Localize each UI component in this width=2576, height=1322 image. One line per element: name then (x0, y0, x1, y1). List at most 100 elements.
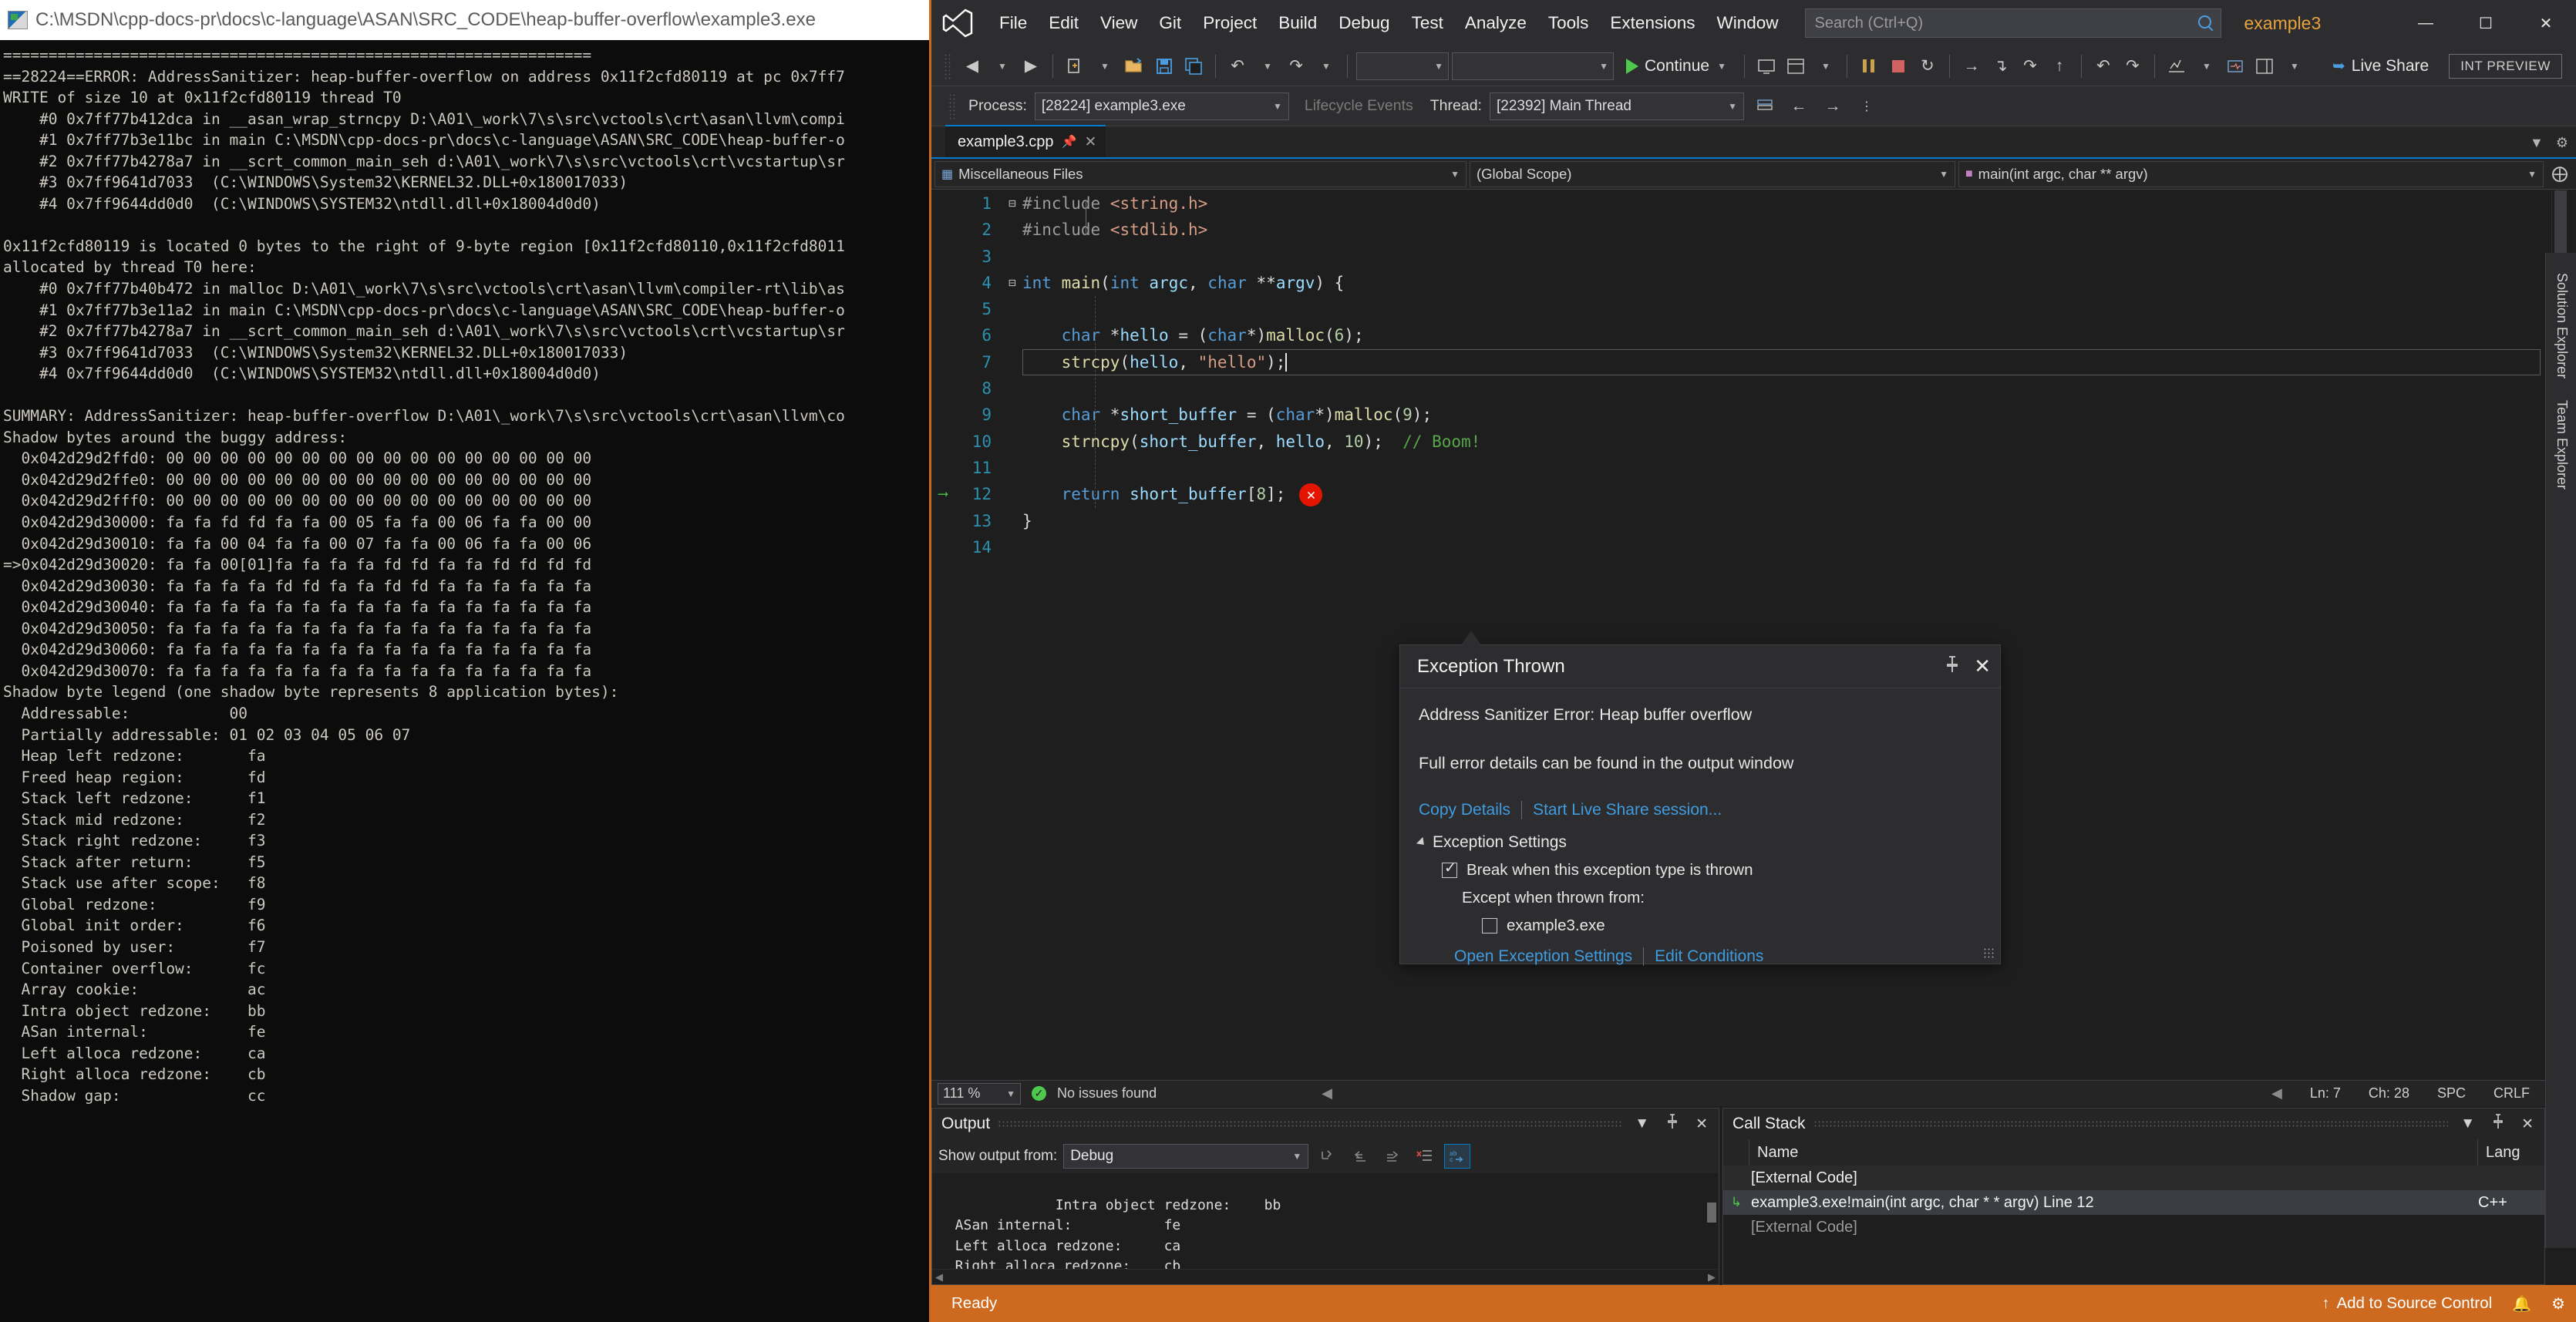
output-panel-pin-icon[interactable] (1662, 1114, 1683, 1134)
new-item-dropdown-icon[interactable]: ▼ (1091, 52, 1117, 81)
save-all-icon[interactable] (1180, 52, 1207, 81)
search-input[interactable] (1814, 14, 2197, 32)
output-vertical-scrollbar[interactable] (1705, 1173, 1719, 1269)
start-live-share-link[interactable]: Start Live Share session... (1533, 801, 1722, 819)
tab-overflow-icon[interactable]: ▼ (2530, 135, 2544, 151)
scroll-right-icon[interactable]: ▶ (1708, 1271, 1716, 1283)
output-text[interactable]: Intra object redzone: bb ASan internal: … (932, 1173, 1719, 1269)
close-button[interactable]: ✕ (2516, 0, 2576, 46)
edit-conditions-link[interactable]: Edit Conditions (1655, 947, 1763, 966)
layout-dropdown-icon[interactable]: ▼ (1812, 52, 1838, 81)
quick-launch-search[interactable] (1804, 8, 2221, 38)
output-panel-menu-icon[interactable]: ▼ (1630, 1115, 1654, 1132)
code-line-8[interactable]: 8 (931, 375, 2545, 402)
table-row[interactable]: [External Code] (1723, 1215, 2544, 1240)
redo-dropdown-icon[interactable]: ▼ (1312, 52, 1339, 81)
table-row[interactable]: [External Code] (1723, 1166, 2544, 1190)
tool-tab-solution-explorer[interactable]: Solution Explorer (2546, 262, 2576, 389)
fold-toggle-icon[interactable]: ⊟ (1002, 270, 1022, 296)
minimize-button[interactable]: — (2396, 0, 2456, 46)
menu-item-analyze[interactable]: Analyze (1454, 8, 1537, 38)
menu-item-git[interactable]: Git (1148, 8, 1192, 38)
except-module-row[interactable]: example3.exe (1482, 917, 1982, 935)
code-line-6[interactable]: 6 char *hello = (char*)malloc(6); (931, 322, 2545, 348)
window-layout-icon[interactable] (2251, 52, 2278, 81)
new-item-icon[interactable] (1062, 52, 1088, 81)
next-frame-icon[interactable]: → (1820, 92, 1846, 121)
code-line-12[interactable]: ⟶ 12 return short_buffer[8]; ✕ (931, 481, 2545, 507)
toggle-word-wrap-icon[interactable]: ab c (1444, 1144, 1471, 1169)
call-stack-drag-handle[interactable] (1813, 1120, 2449, 1128)
solution-tab-label[interactable]: example3 (2244, 13, 2322, 34)
call-stack-close-icon[interactable]: ✕ (2517, 1115, 2538, 1133)
output-panel-close-icon[interactable]: ✕ (1691, 1115, 1712, 1133)
exception-marker-icon[interactable]: ✕ (1299, 483, 1323, 507)
code-line-2[interactable]: 2 #include <stdlib.h> (931, 217, 2545, 243)
code-line-11[interactable]: 11 (931, 455, 2545, 481)
menu-item-tools[interactable]: Tools (1537, 8, 1600, 38)
open-exception-settings-link[interactable]: Open Exception Settings (1454, 947, 1632, 966)
debugbar-overflow-icon[interactable]: ⋮ (1854, 92, 1880, 121)
status-strip-collapse-icon[interactable]: ◀ (1322, 1085, 1332, 1102)
redo-icon[interactable]: ↷ (1283, 52, 1309, 81)
save-icon[interactable] (1151, 52, 1177, 81)
code-line-13[interactable]: 13 } (931, 508, 2545, 534)
menu-item-extensions[interactable]: Extensions (1599, 8, 1706, 38)
notifications-bell-icon[interactable]: 🔔 (2512, 1294, 2531, 1314)
step-into-icon[interactable]: ↴ (1988, 52, 2014, 81)
dialog-close-icon[interactable]: ✕ (1974, 654, 1991, 678)
menu-item-project[interactable]: Project (1192, 8, 1268, 38)
code-line-10[interactable]: 10 strncpy(short_buffer, hello, 10); // … (931, 429, 2545, 455)
continue-dropdown-icon[interactable]: ▼ (1717, 61, 1726, 72)
copy-details-link[interactable]: Copy Details (1419, 801, 1510, 819)
break-on-throw-row[interactable]: Break when this exception type is thrown (1442, 859, 1982, 880)
open-file-icon[interactable] (1120, 52, 1148, 81)
expander-icon[interactable] (1416, 836, 1428, 849)
window-layout-dropdown-icon[interactable]: ▼ (2281, 52, 2307, 81)
configuration-combo[interactable]: ▼ (1356, 52, 1449, 80)
exception-settings-header[interactable]: Exception Settings (1416, 833, 1982, 852)
navigate-back-icon[interactable]: ◀ (959, 52, 985, 81)
platform-combo[interactable]: ▼ (1452, 52, 1614, 80)
dialog-resize-grip[interactable] (1983, 947, 1995, 960)
code-line-7[interactable]: 7 strcpy(hello, "hello"); (931, 348, 2545, 376)
tab-settings-icon[interactable]: ⚙ (2556, 135, 2568, 151)
stack-frame-icon[interactable] (1752, 92, 1778, 121)
call-stack-pin-icon[interactable] (2487, 1114, 2509, 1134)
tab-close-icon[interactable]: ✕ (1084, 133, 1096, 151)
code-line-5[interactable]: 5 (931, 296, 2545, 322)
global-scope-combo[interactable]: (Global Scope) ▼ (1470, 160, 1955, 187)
project-scope-combo[interactable]: ▦ Miscellaneous Files ▼ (934, 160, 1466, 187)
break-on-throw-checkbox[interactable] (1442, 859, 1457, 878)
menu-item-window[interactable]: Window (1706, 8, 1789, 38)
split-window-icon[interactable]: ⨁ (2547, 160, 2573, 189)
scroll-left-icon[interactable]: ◀ (935, 1271, 943, 1283)
continue-button[interactable]: Continue ▼ (1617, 51, 1736, 82)
except-module-checkbox[interactable] (1482, 918, 1497, 933)
column-lang[interactable]: Lang (2478, 1139, 2544, 1166)
show-next-statement-icon[interactable]: → (1958, 52, 1985, 81)
caret-collapse-icon[interactable]: ◀ (2271, 1085, 2282, 1102)
pin-icon[interactable]: 📌 (1062, 134, 1077, 150)
menu-item-view[interactable]: View (1089, 8, 1148, 38)
output-horizontal-scrollbar[interactable]: ◀ ▶ (932, 1269, 1719, 1284)
navigate-back-dropdown-icon[interactable]: ▼ (988, 52, 1015, 81)
go-to-previous-icon[interactable] (1347, 1144, 1373, 1169)
call-stack-menu-icon[interactable]: ▼ (2456, 1115, 2480, 1132)
menu-item-build[interactable]: Build (1268, 8, 1328, 38)
table-row[interactable]: ↳ example3.exe!main(int argc, char * * a… (1723, 1190, 2544, 1215)
toolbar-grip[interactable] (944, 52, 951, 79)
tab-example3-cpp[interactable]: example3.cpp 📌 ✕ (945, 125, 1106, 157)
step-out-icon[interactable]: ↑ (2046, 52, 2073, 81)
layout-icon[interactable] (1783, 52, 1809, 81)
undo-icon[interactable]: ↶ (1224, 52, 1251, 81)
tool-tab-team-explorer[interactable]: Team Explorer (2546, 389, 2576, 500)
undo-2-icon[interactable]: ↶ (2090, 52, 2116, 81)
diagnostic-dropdown-icon[interactable]: ▼ (2193, 52, 2219, 81)
column-name[interactable]: Name (1749, 1139, 2478, 1166)
restart-icon[interactable]: ↻ (1914, 52, 1941, 81)
maximize-button[interactable]: ☐ (2456, 0, 2516, 46)
break-all-icon[interactable] (1856, 52, 1882, 81)
code-line-1[interactable]: 1 ⊟ #include <string.h> (931, 190, 2545, 217)
code-line-14[interactable]: 14 (931, 534, 2545, 560)
